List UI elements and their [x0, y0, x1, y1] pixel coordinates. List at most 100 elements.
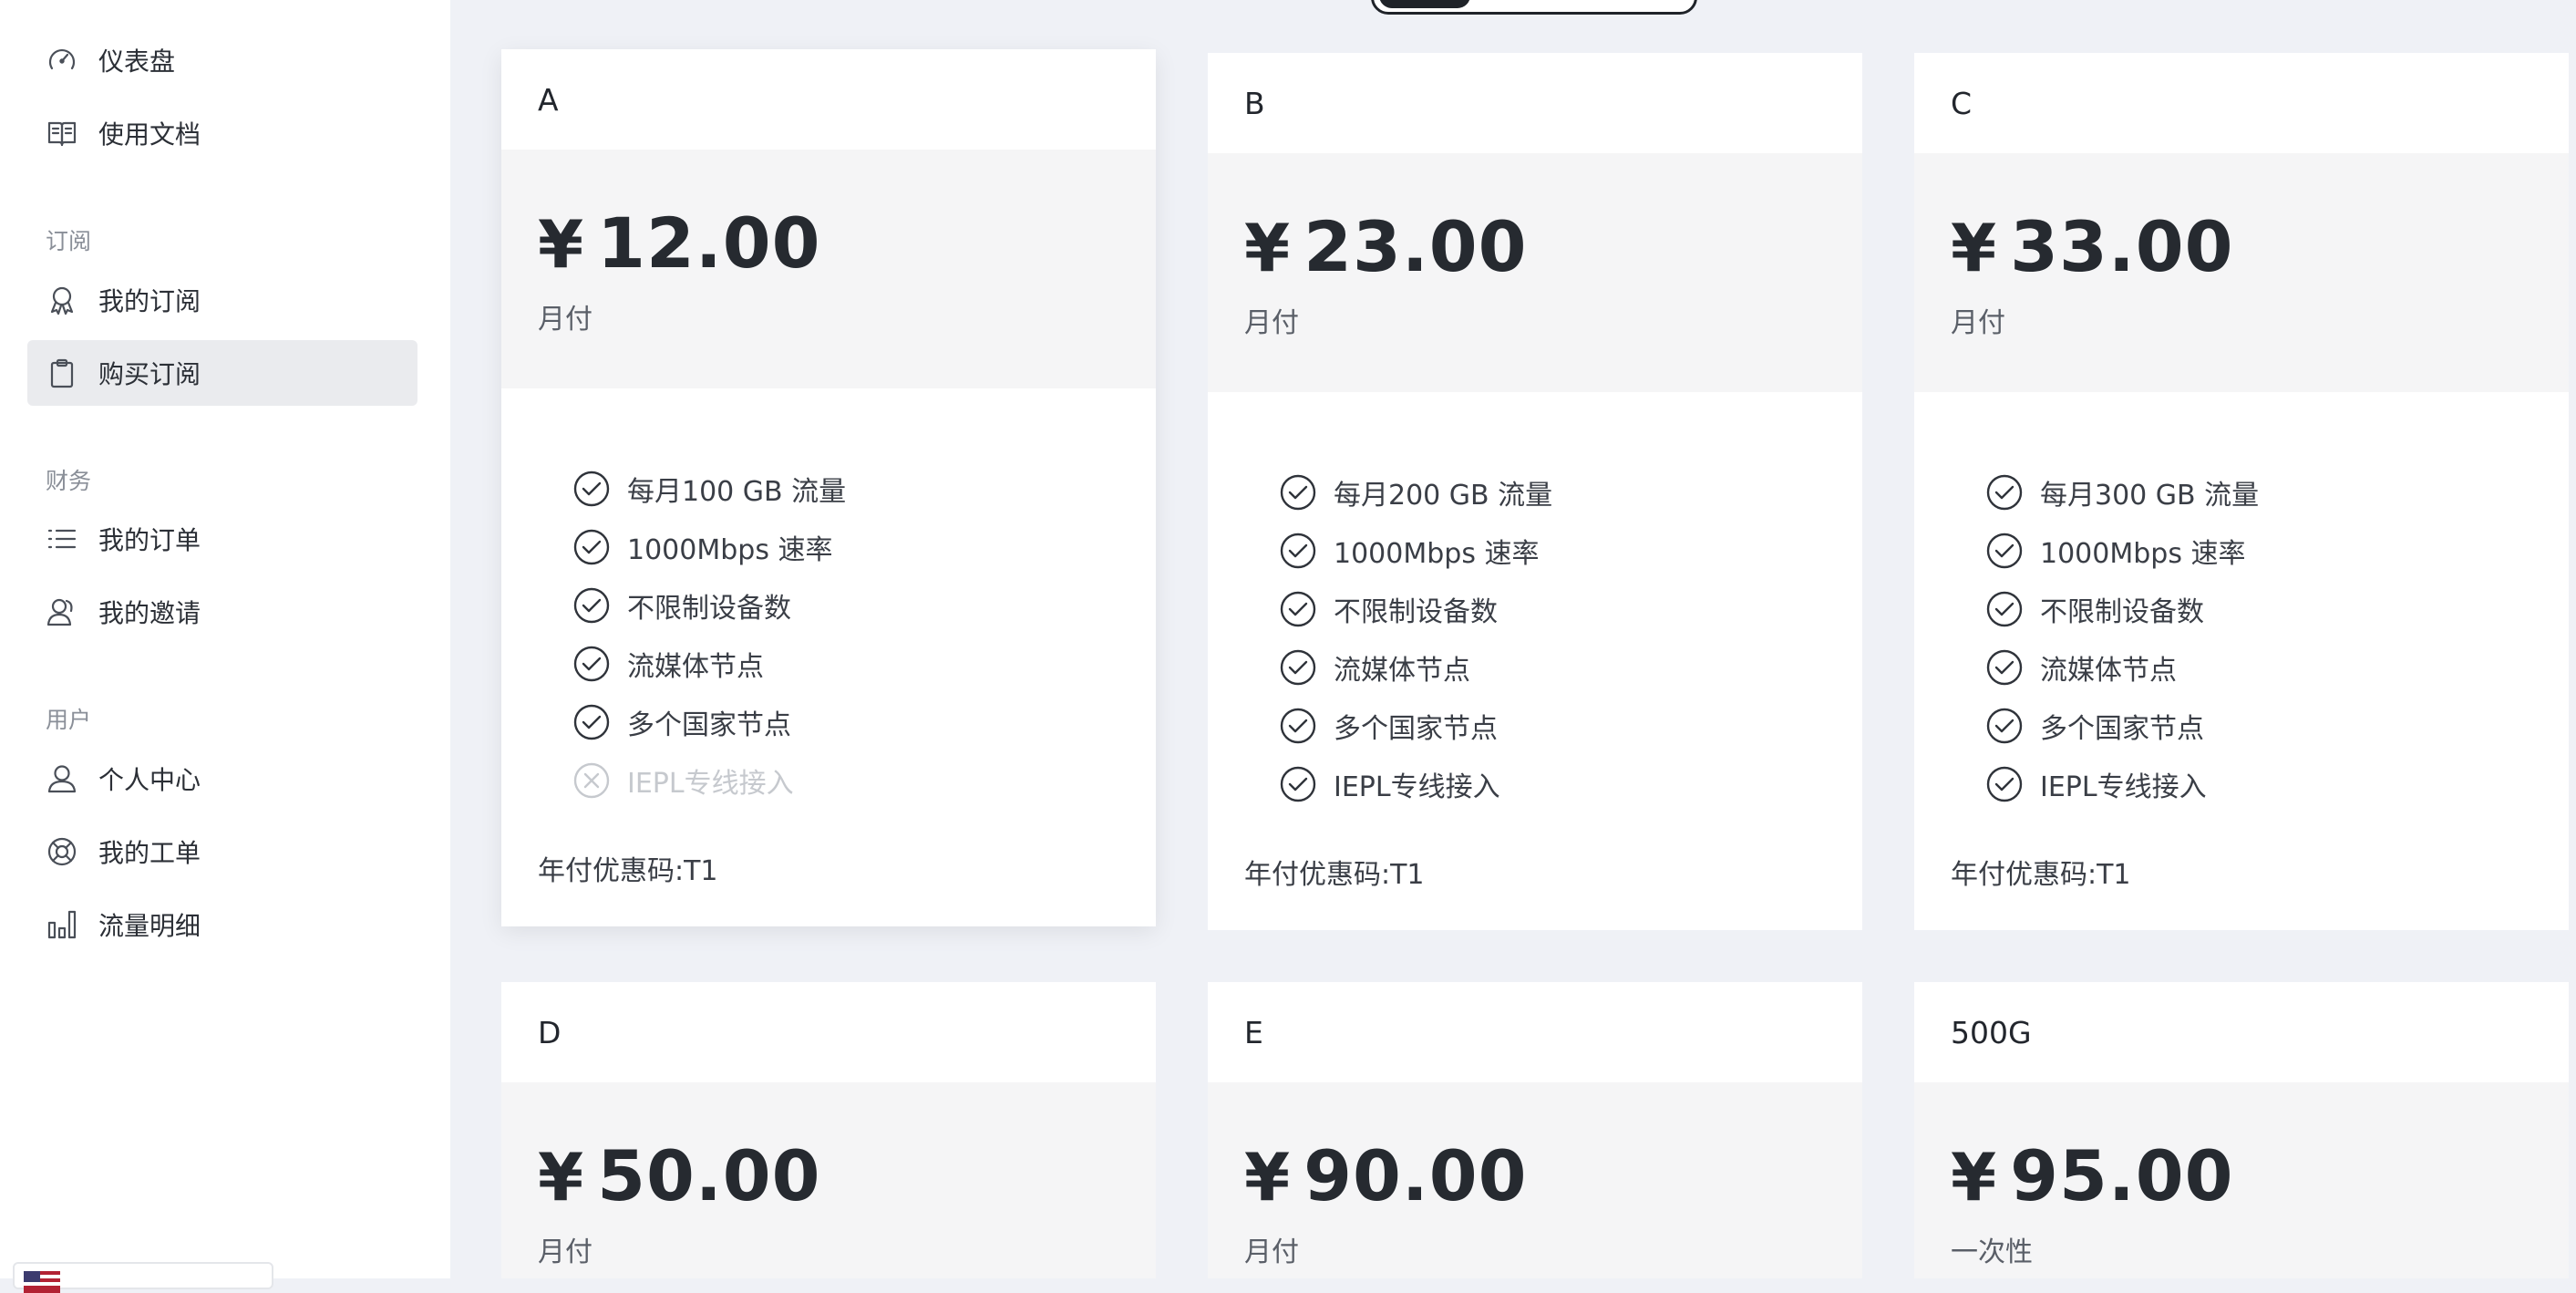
price-amount: 90.00 [1303, 1135, 1528, 1216]
sidebar-item-docs[interactable]: 使用文档 [27, 100, 417, 166]
feature-list: 每月300 GB 流量 1000Mbps 速率 不限制设备数 流媒体节点 多个国… [1914, 392, 2569, 813]
check-circle-icon [1280, 766, 1316, 802]
check-circle-icon [573, 529, 610, 565]
list-icon [47, 529, 77, 549]
plan-name: E [1244, 1015, 1263, 1050]
plan-card[interactable]: A ¥12.00 月付 每月100 GB 流量 1000Mbps 速率 不限制设… [501, 49, 1156, 926]
feature-list: 每月100 GB 流量 1000Mbps 速率 不限制设备数 流媒体节点 多个国… [501, 388, 1156, 810]
sidebar-item-label: 我的订阅 [98, 286, 201, 316]
currency-symbol: ¥ [538, 1139, 585, 1215]
plan-price: ¥95.00 [1951, 1135, 2569, 1218]
sidebar-item-label: 个人中心 [98, 765, 201, 795]
check-circle-icon [1280, 591, 1316, 627]
flag-icon [24, 1271, 60, 1293]
feature-item: IEPL专线接入 [1279, 755, 1862, 813]
plan-price: ¥90.00 [1244, 1135, 1862, 1218]
currency-symbol: ¥ [1244, 1139, 1292, 1215]
plan-card[interactable]: 500G ¥95.00 一次性 [1914, 982, 2569, 1278]
sidebar-item-label: 我的订单 [98, 525, 201, 555]
price-block: ¥50.00 月付 [501, 1082, 1156, 1278]
feature-item: 不限制设备数 [1279, 580, 1862, 638]
plan-card[interactable]: C ¥33.00 月付 每月300 GB 流量 1000Mbps 速率 不限制设… [1914, 53, 2569, 930]
check-circle-icon [573, 704, 610, 740]
promo-code: 年付优惠码:T1 [1244, 859, 1425, 891]
feature-item: 流媒体节点 [572, 635, 1156, 693]
sidebar-item-label: 我的邀请 [98, 598, 201, 628]
feature-item: 多个国家节点 [1985, 697, 2569, 755]
billing-period: 一次性 [1951, 1236, 2033, 1268]
currency-symbol: ¥ [1951, 210, 1998, 286]
sidebar-item-label: 仪表盘 [98, 47, 176, 77]
price-block: ¥33.00 月付 [1914, 153, 2569, 392]
nav-group-user: 用户 [46, 707, 92, 733]
feature-item: 1000Mbps 速率 [1985, 522, 2569, 580]
price-block: ¥90.00 月付 [1208, 1082, 1862, 1278]
plan-price: ¥33.00 [1951, 206, 2569, 289]
check-circle-icon [573, 646, 610, 682]
feature-item: 每月300 GB 流量 [1985, 463, 2569, 522]
check-circle-icon [1986, 708, 2023, 744]
feature-item: 不限制设备数 [572, 576, 1156, 635]
dashboard-icon [48, 49, 76, 70]
check-circle-icon [1280, 533, 1316, 569]
check-circle-icon [573, 587, 610, 624]
billing-period: 月付 [538, 304, 592, 336]
sidebar-item-tickets[interactable]: 我的工单 [27, 819, 417, 884]
price-amount: 33.00 [2010, 206, 2234, 287]
billing-period: 月付 [1951, 307, 2005, 339]
nav-group-subscription: 订阅 [46, 228, 92, 254]
feature-item: 1000Mbps 速率 [1279, 522, 1862, 580]
feature-item: IEPL专线接入 [1985, 755, 2569, 813]
plan-card[interactable]: D ¥50.00 月付 [501, 982, 1156, 1278]
plan-card[interactable]: E ¥90.00 月付 [1208, 982, 1862, 1278]
lifebuoy-icon [47, 837, 77, 866]
sidebar-item-profile[interactable]: 个人中心 [27, 746, 417, 812]
price-amount: 95.00 [2010, 1135, 2234, 1216]
plan-price: ¥50.00 [538, 1135, 1156, 1218]
plan-name: A [538, 82, 559, 118]
feature-item: 流媒体节点 [1985, 638, 2569, 697]
check-circle-icon [1280, 474, 1316, 511]
sidebar-item-label: 流量明细 [98, 911, 201, 941]
sidebar-item-traffic-details[interactable]: 流量明细 [27, 892, 417, 957]
plan-name: C [1951, 86, 1973, 121]
sidebar-item-my-invites[interactable]: 我的邀请 [27, 579, 417, 645]
feature-item: 多个国家节点 [572, 693, 1156, 751]
currency-symbol: ¥ [1244, 210, 1292, 286]
feature-item: 每月200 GB 流量 [1279, 463, 1862, 522]
billing-period: 月付 [1244, 307, 1299, 339]
sidebar-item-label: 我的工单 [98, 838, 201, 868]
sidebar-item-dashboard[interactable]: 仪表盘 [27, 27, 417, 93]
sidebar-item-my-orders[interactable]: 我的订单 [27, 506, 417, 572]
plan-price: ¥23.00 [1244, 206, 1862, 289]
sidebar-item-buy-subscription[interactable]: 购买订阅 [27, 340, 417, 406]
feature-item-disabled: IEPL专线接入 [572, 751, 1156, 810]
currency-symbol: ¥ [1951, 1139, 1998, 1215]
check-circle-icon [1986, 533, 2023, 569]
price-block: ¥23.00 月付 [1208, 153, 1862, 392]
period-toggle[interactable] [1371, 0, 1697, 15]
language-switcher[interactable] [13, 1262, 273, 1293]
price-amount: 12.00 [597, 202, 821, 284]
plan-name: B [1244, 86, 1265, 121]
users-icon [46, 598, 73, 626]
promo-code: 年付优惠码:T1 [538, 855, 718, 887]
check-circle-icon [573, 471, 610, 507]
currency-symbol: ¥ [538, 206, 585, 283]
book-icon [47, 121, 77, 147]
sidebar-item-label: 使用文档 [98, 119, 201, 150]
badge-icon [50, 286, 74, 315]
nav-group-finance: 财务 [46, 468, 92, 494]
check-circle-icon [1986, 591, 2023, 627]
price-amount: 23.00 [1303, 206, 1528, 287]
feature-item: 流媒体节点 [1279, 638, 1862, 697]
price-block: ¥12.00 月付 [501, 150, 1156, 388]
clipboard-icon [50, 358, 74, 388]
billing-period: 月付 [1244, 1236, 1299, 1268]
feature-item: 1000Mbps 速率 [572, 518, 1156, 576]
check-circle-icon [1986, 766, 2023, 802]
billing-period: 月付 [538, 1236, 592, 1268]
sidebar-item-my-subscription[interactable]: 我的订阅 [27, 267, 417, 333]
plan-card[interactable]: B ¥23.00 月付 每月200 GB 流量 1000Mbps 速率 不限制设… [1208, 53, 1862, 930]
x-circle-icon [573, 762, 610, 799]
